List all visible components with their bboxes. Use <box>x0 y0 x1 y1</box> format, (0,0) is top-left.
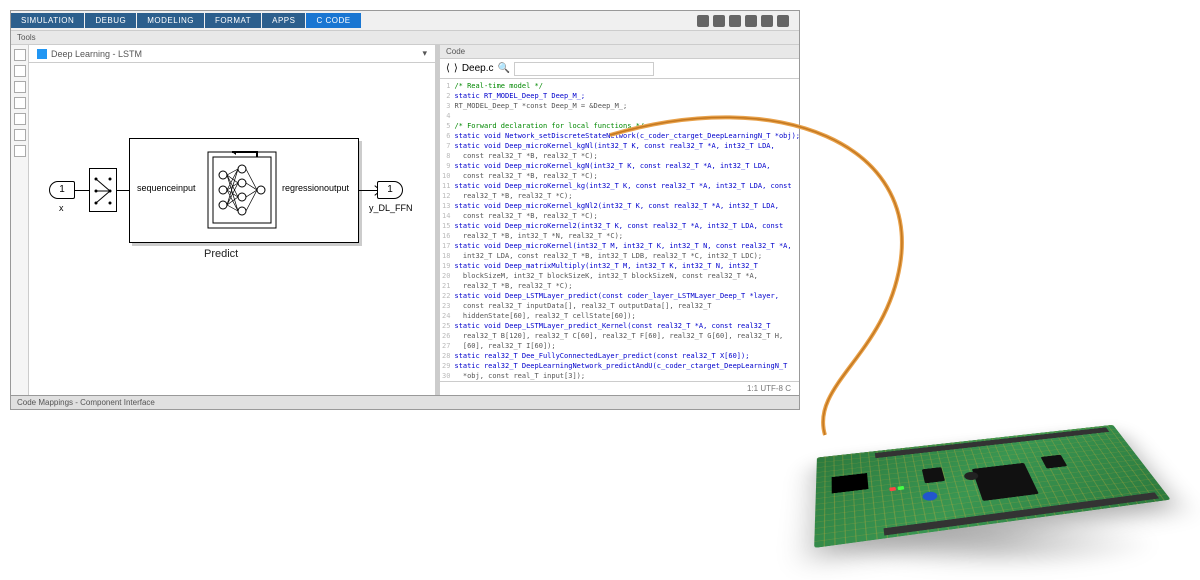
tab-apps[interactable]: APPS <box>262 13 305 28</box>
usb-connector <box>832 473 869 493</box>
regression-output-label: regressionoutput <box>282 183 349 193</box>
wire <box>117 190 129 191</box>
breadcrumb-label: Deep Learning - LSTM <box>51 49 142 59</box>
code-panel-header: Code <box>440 45 799 59</box>
minimize-icon[interactable] <box>745 15 757 27</box>
toolstrip-secondary: Tools <box>11 31 799 45</box>
menu-bar: SIMULATION DEBUG MODELING FORMAT APPS C … <box>11 11 799 31</box>
breadcrumb[interactable]: Deep Learning - LSTM ▾ <box>29 45 435 63</box>
left-toolbar <box>11 45 29 395</box>
search-menu-icon[interactable] <box>697 15 709 27</box>
tool-explorer-icon[interactable] <box>14 49 26 61</box>
tool-library-icon[interactable] <box>14 65 26 77</box>
tab-format[interactable]: FORMAT <box>205 13 261 28</box>
code-search-input[interactable] <box>514 62 654 76</box>
tool-zoom-in-icon[interactable] <box>14 81 26 93</box>
maximize-icon[interactable] <box>761 15 773 27</box>
settings-icon[interactable] <box>729 15 741 27</box>
close-icon[interactable] <box>777 15 789 27</box>
code-toolbar: ⟨ ⟩ Deep.c 🔍 <box>440 59 799 79</box>
tool-zoom-out-icon[interactable] <box>14 97 26 109</box>
tab-c-code[interactable]: C CODE <box>306 13 360 28</box>
wire <box>75 190 89 191</box>
line-gutter: 1 2 3 4 5 6 7 8 9 10 11 12 13 14 15 16 1… <box>442 81 454 379</box>
input-port-label: x <box>59 203 64 213</box>
neural-network-icon <box>207 151 277 229</box>
app-status-bar: Code Mappings - Component Interface <box>11 395 799 409</box>
tool-annotate-icon[interactable] <box>14 145 26 157</box>
chip-small <box>1041 455 1068 469</box>
breadcrumb-dropdown-icon[interactable]: ▾ <box>422 48 427 59</box>
led-indicator <box>889 487 896 491</box>
model-icon <box>37 49 47 59</box>
predict-block-label: Predict <box>204 248 238 260</box>
help-icon[interactable] <box>713 15 725 27</box>
switch-icon <box>90 169 118 213</box>
nav-back-icon[interactable]: ⟨ <box>446 63 450 74</box>
tab-modeling[interactable]: MODELING <box>137 13 204 28</box>
tool-pan-icon[interactable] <box>14 129 26 141</box>
input-port-block[interactable]: 1 <box>49 181 75 199</box>
code-file-crumb[interactable]: Deep.c <box>462 63 494 74</box>
chip-small <box>922 467 945 483</box>
menu-right-group <box>697 15 799 27</box>
nav-forward-icon[interactable]: ⟩ <box>454 63 458 74</box>
sequence-input-label: sequenceinput <box>137 183 196 193</box>
output-port-label: y_DL_FFN <box>369 203 413 213</box>
led-indicator <box>898 486 905 490</box>
model-canvas-panel: Deep Learning - LSTM ▾ 1 x <box>29 45 435 395</box>
push-button <box>922 491 938 501</box>
model-canvas[interactable]: 1 x sequenceinput regressio <box>29 63 435 395</box>
pin-header-top <box>875 427 1109 458</box>
switch-block[interactable] <box>89 168 117 212</box>
simulink-window: SIMULATION DEBUG MODELING FORMAT APPS C … <box>10 10 800 410</box>
search-icon[interactable]: 🔍 <box>498 63 510 74</box>
mcu-chip <box>972 463 1039 501</box>
tab-simulation[interactable]: SIMULATION <box>11 13 84 28</box>
hardware-board-illustration <box>730 295 1170 575</box>
output-port-block[interactable]: 1 <box>377 181 403 199</box>
tab-debug[interactable]: DEBUG <box>85 13 136 28</box>
tool-fit-icon[interactable] <box>14 113 26 125</box>
wire <box>359 190 377 191</box>
